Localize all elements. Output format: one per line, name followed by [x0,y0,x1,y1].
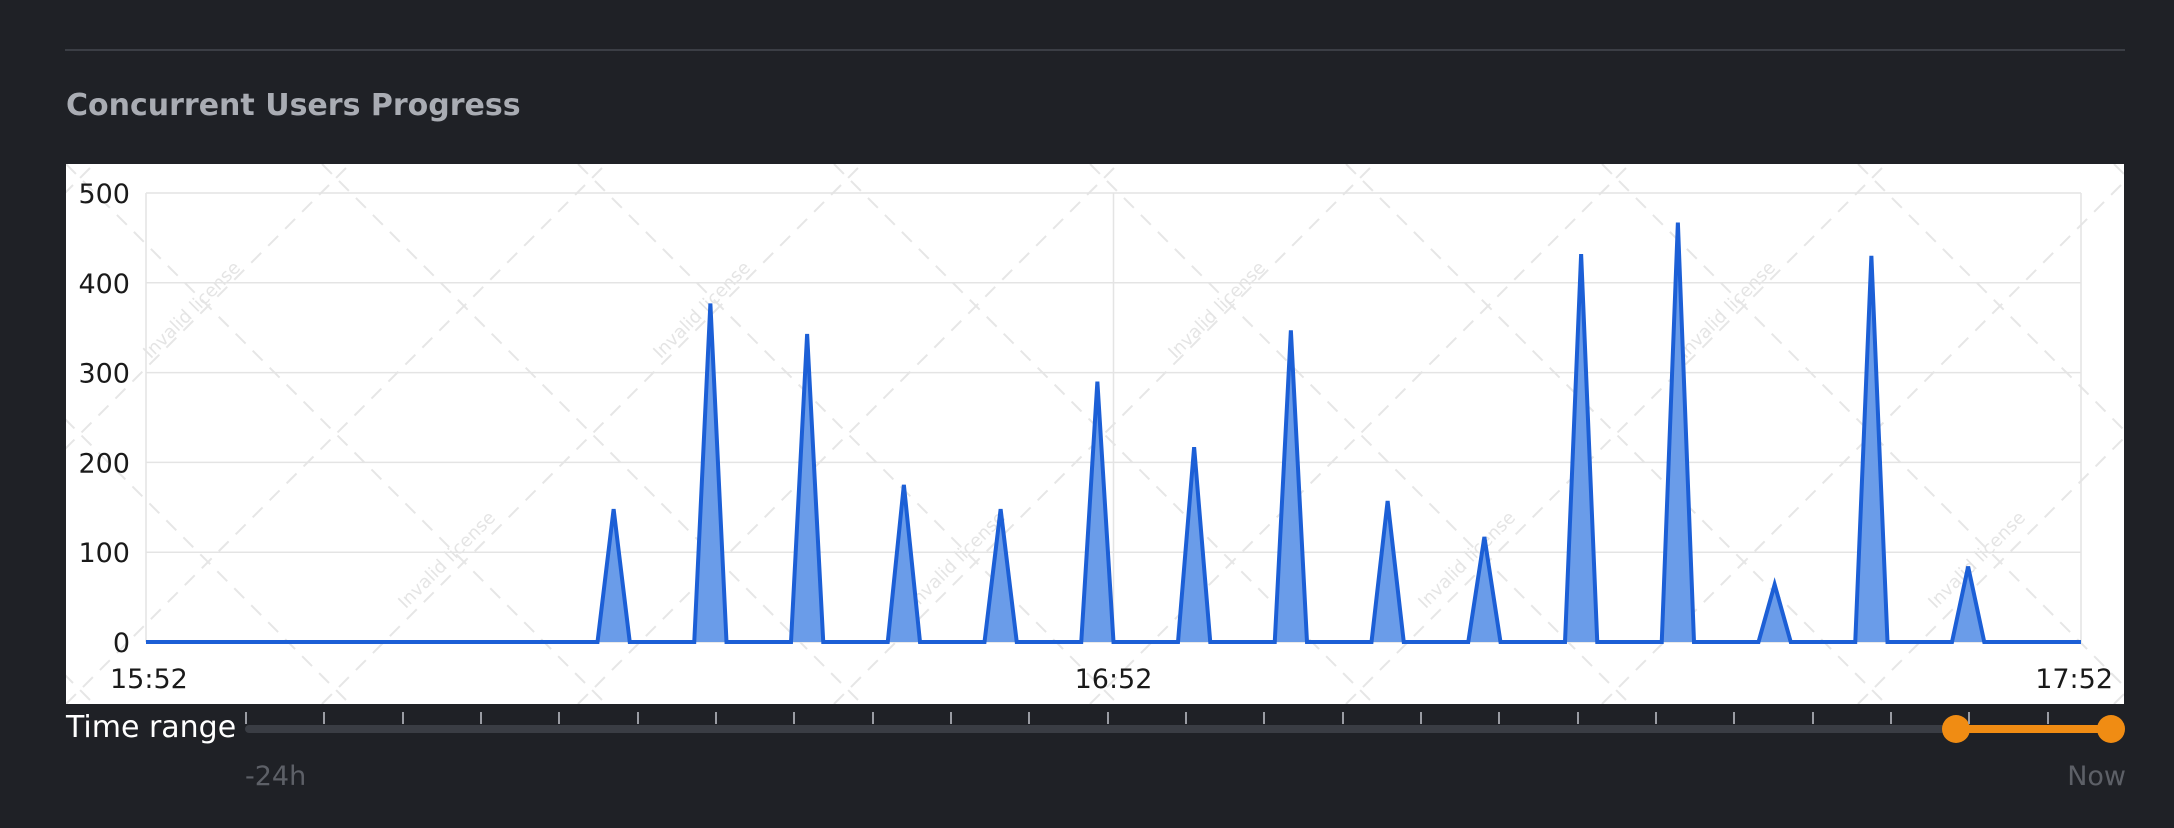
watermark-line [2113,164,2124,176]
slider-tick [558,712,561,724]
watermark-text: Invalid license [139,257,245,363]
slider-tick [1185,712,1187,724]
y-tick-label: 400 [78,269,130,300]
watermark-line [66,164,351,450]
slider-end-handle[interactable] [2097,715,2125,743]
slider-tick [1106,712,1109,724]
watermark-text: Invalid license [649,257,755,363]
slider-tick [323,712,326,724]
slider-tick [793,712,796,724]
slider-tick [1341,712,1344,724]
slider-tick [950,712,952,724]
slider-max-label: Now [2067,761,2126,792]
slider-tick [480,712,482,724]
y-tick-label: 200 [78,448,130,479]
x-tick-label: 17:52 [2035,664,2113,695]
watermark-line [2113,692,2124,704]
y-tick-label: 500 [78,179,130,210]
slider-tick [245,712,247,724]
watermark-text: Invalid license [1164,257,1270,363]
chart-svg: Invalid license Invalid license Invalid li… [66,164,2124,704]
slider-tick [1498,712,1501,724]
time-range-slider[interactable] [245,712,2125,782]
watermark-line [1857,436,2124,704]
y-tick-label: 0 [113,628,130,659]
watermark-line [1857,164,2124,432]
slider-tick [1576,712,1579,724]
watermark-text: Invalid license [1674,257,1780,363]
slider-selected-range[interactable] [1955,725,2111,733]
slider-tick [401,712,404,724]
watermark-line [66,164,95,194]
slider-tick [1733,712,1736,724]
watermark-line [66,674,95,704]
slider-tick [715,712,717,724]
time-range-label: Time range [66,710,237,745]
y-tick-label: 300 [78,359,130,390]
slider-tick [1811,712,1814,724]
slider-tick [1968,712,1971,724]
slider-start-handle[interactable] [1941,715,1970,743]
slider-track[interactable] [245,725,2125,733]
concurrent-users-chart: Invalid license Invalid license Invalid li… [66,164,2124,704]
watermark-line [66,418,351,704]
slider-tick [1263,712,1266,724]
slider-tick [1655,712,1657,724]
x-tick-label: 16:52 [1075,664,1153,695]
watermark-text: Invalid license [1414,507,1520,613]
slider-tick [1890,712,1892,724]
watermark-text: Invalid license [1924,507,2030,613]
slider-tick [1420,712,1422,724]
x-tick-label: 15:52 [110,664,188,695]
section-divider [65,49,2125,51]
slider-min-label: -24h [245,761,307,792]
section-title: Concurrent Users Progress [66,88,521,123]
y-tick-label: 100 [78,538,130,569]
slider-tick [636,712,639,724]
slider-tick [2046,712,2049,724]
watermark-text: Invalid license [394,507,500,613]
slider-tick [871,712,874,724]
slider-tick [1028,712,1031,724]
